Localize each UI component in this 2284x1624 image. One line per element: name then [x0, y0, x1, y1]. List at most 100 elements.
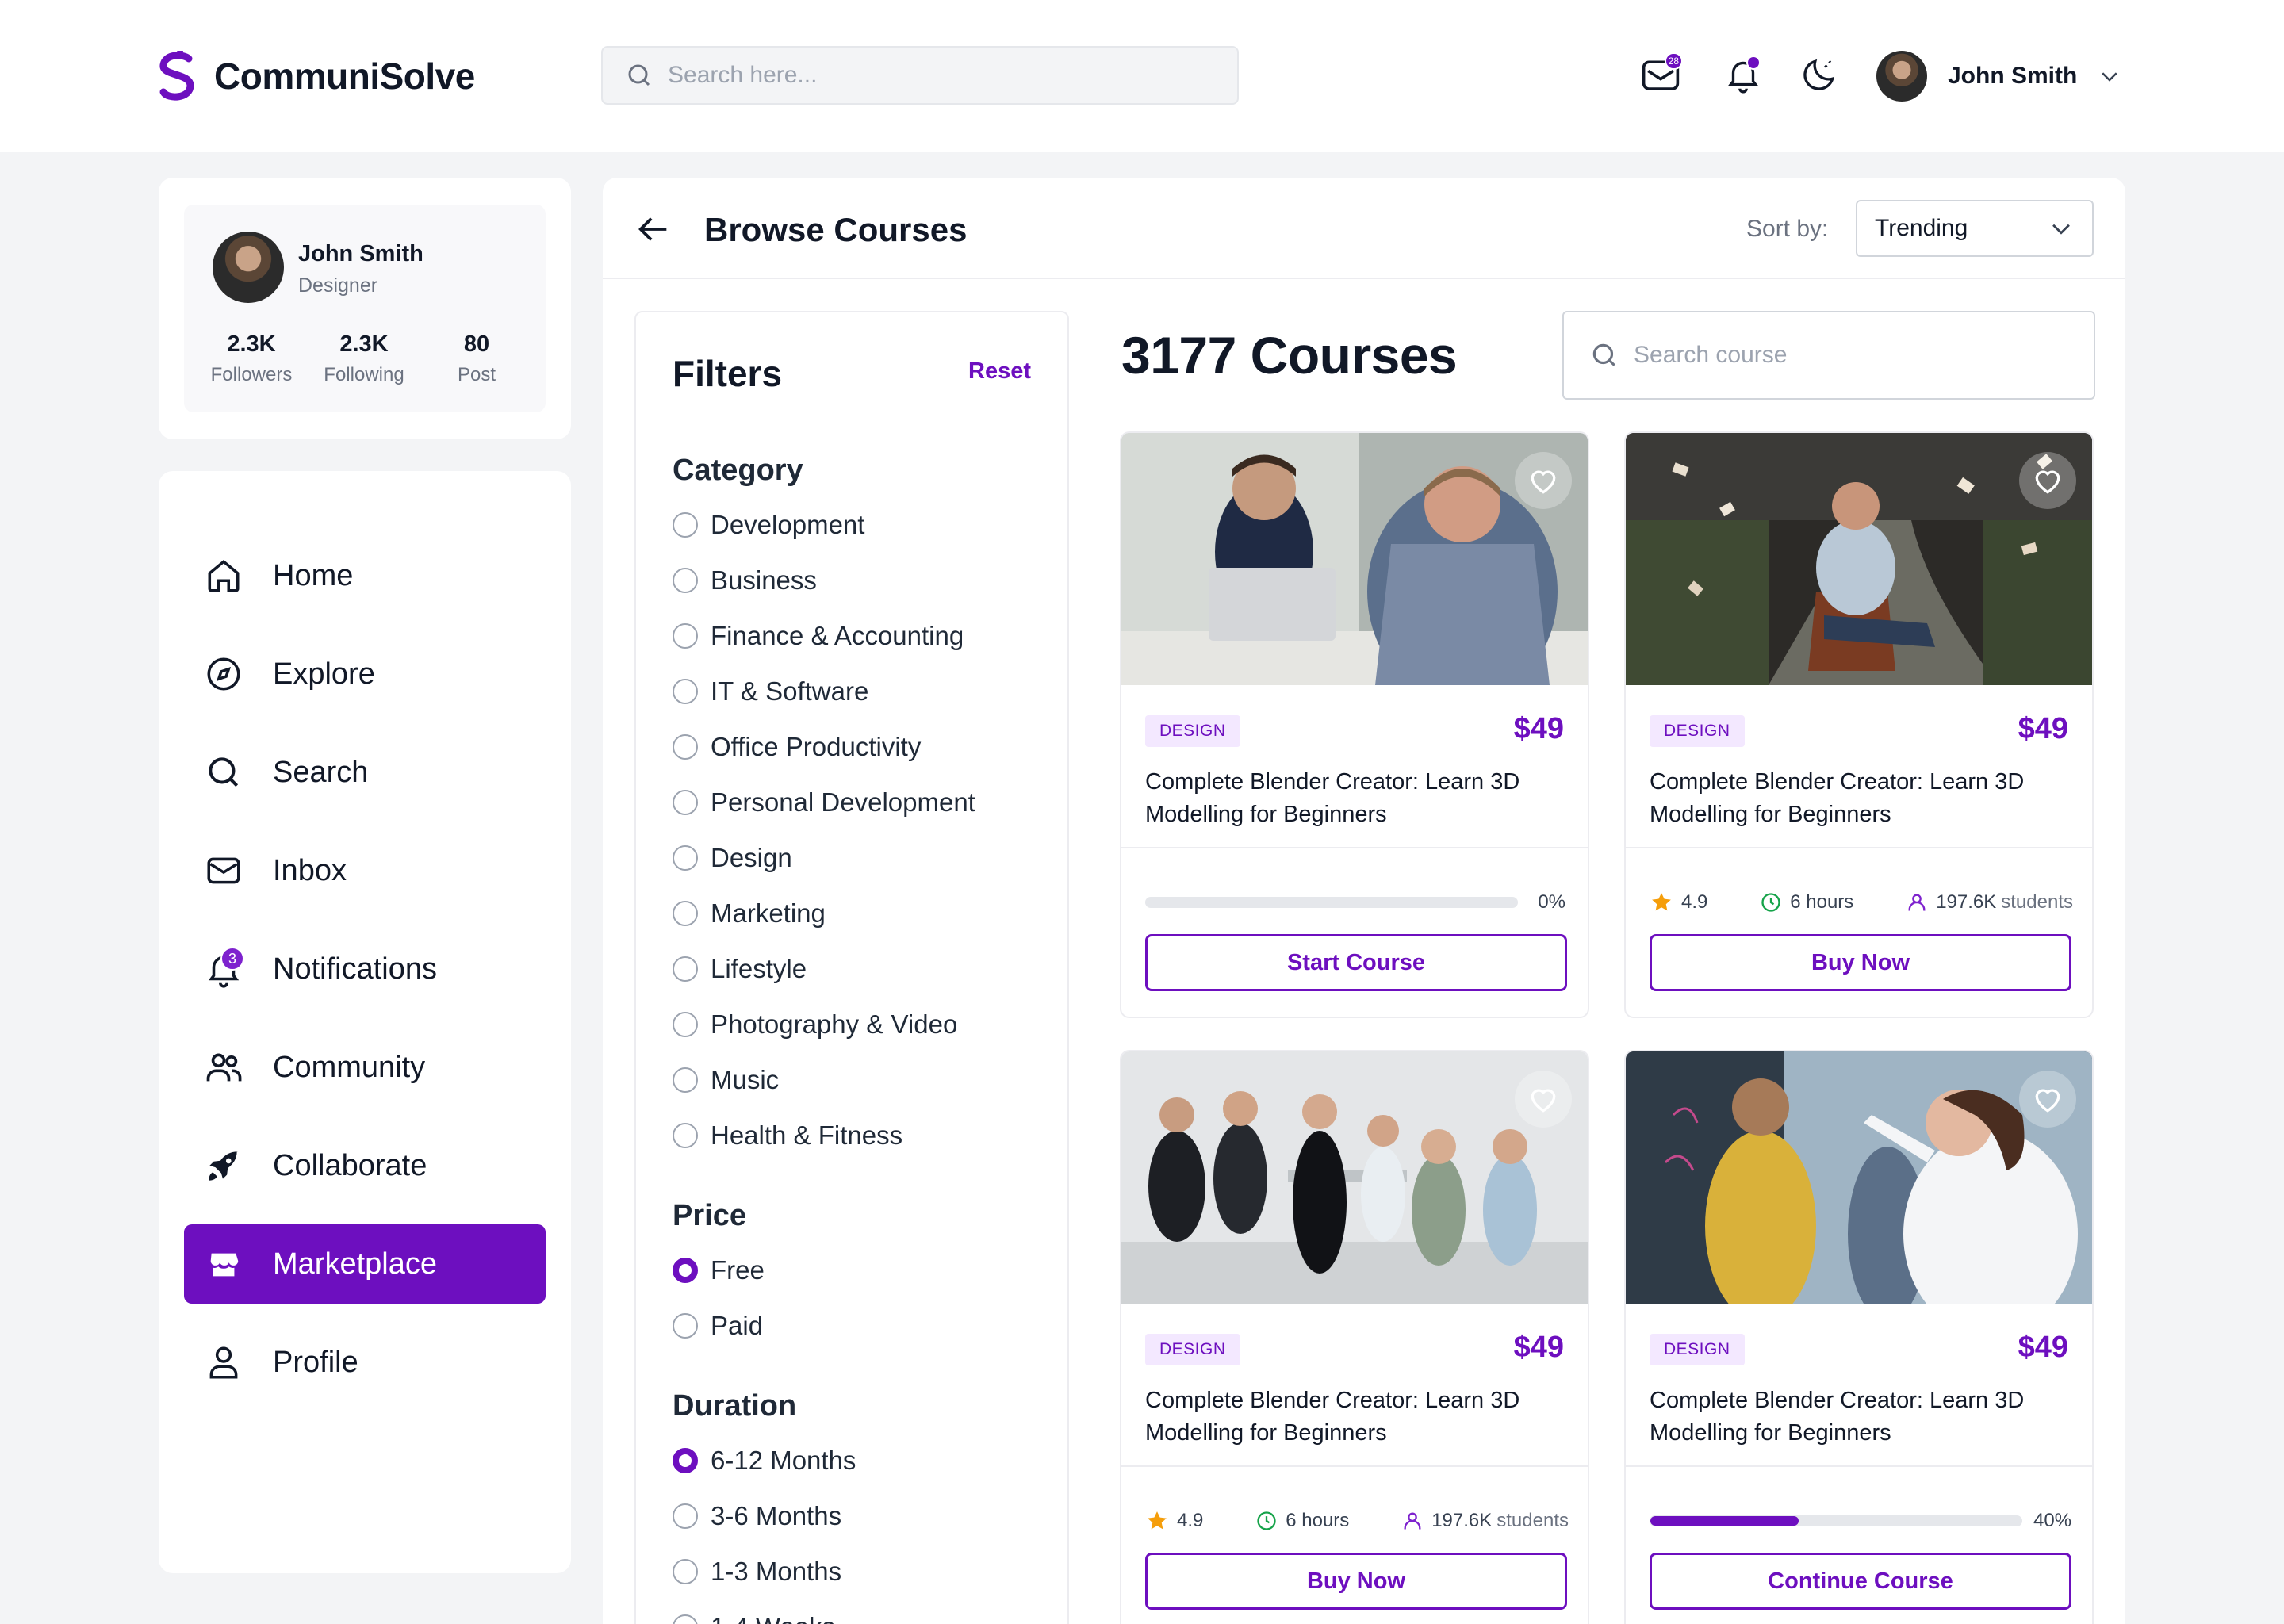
radio-button[interactable]: [673, 1614, 698, 1624]
sidebar-item-collaborate[interactable]: Collaborate: [184, 1126, 546, 1205]
radio-button[interactable]: [673, 512, 698, 538]
sidebar-item-notifications[interactable]: 3 Notifications: [184, 929, 546, 1009]
progress-label: 0%: [1538, 891, 1565, 913]
filter-option-label: Office Productivity: [711, 732, 922, 761]
filter-option-design[interactable]: Design: [673, 842, 792, 874]
mail-button[interactable]: 28: [1637, 51, 1684, 98]
search-icon: [628, 64, 650, 86]
clock-icon: [1257, 1511, 1276, 1530]
following-stat[interactable]: 2.3K Following: [305, 331, 423, 386]
radio-button[interactable]: [673, 679, 698, 704]
course-price: $49: [2018, 712, 2068, 745]
course-card[interactable]: DESIGN $49 Complete Blender Creator: Lea…: [1624, 431, 2094, 1018]
radio-button[interactable]: [673, 568, 698, 593]
users-icon: [201, 1045, 246, 1090]
course-card[interactable]: DESIGN $49 Complete Blender Creator: Lea…: [1624, 1050, 2094, 1624]
filter-option-label: 3-6 Months: [711, 1501, 842, 1530]
duration: 6 hours: [1760, 891, 1853, 914]
stat-value: 80: [463, 331, 490, 357]
sidebar-item-explore[interactable]: Explore: [184, 634, 546, 714]
reset-filters-button[interactable]: Reset: [968, 358, 1031, 385]
category-tag: DESIGN: [1650, 715, 1745, 747]
course-card[interactable]: DESIGN $49 Complete Blender Creator: Lea…: [1120, 1050, 1589, 1624]
course-search[interactable]: [1562, 311, 2095, 400]
filter-option-label: Design: [711, 843, 792, 872]
category-tag: DESIGN: [1145, 715, 1240, 747]
filter-option-personal-development[interactable]: Personal Development: [673, 787, 975, 818]
sidebar-item-search[interactable]: Search: [184, 733, 546, 812]
filter-option-marketing[interactable]: Marketing: [673, 898, 826, 929]
chevron-down-icon: [2102, 72, 2117, 82]
sort-select[interactable]: Trending: [1856, 200, 2094, 257]
radio-button[interactable]: [673, 1012, 698, 1037]
radio-button[interactable]: [673, 956, 698, 982]
filter-option-music[interactable]: Music: [673, 1064, 779, 1096]
continue-course-button[interactable]: Continue Course: [1650, 1553, 2071, 1610]
filter-option-3-6-months[interactable]: 3-6 Months: [673, 1500, 841, 1532]
sidebar-item-profile[interactable]: Profile: [184, 1323, 546, 1402]
radio-button[interactable]: [673, 790, 698, 815]
rating: 4.9: [1650, 891, 1707, 914]
notification-dot: [1746, 56, 1761, 70]
radio-button[interactable]: [673, 623, 698, 649]
sidebar-item-community[interactable]: Community: [184, 1028, 546, 1107]
radio-button-selected[interactable]: [673, 1258, 698, 1283]
stat-value: 2.3K: [339, 331, 389, 357]
filter-option-health-fitness[interactable]: Health & Fitness: [673, 1120, 902, 1151]
radio-button[interactable]: [673, 901, 698, 926]
favorite-button[interactable]: [1515, 452, 1572, 509]
global-search[interactable]: [601, 46, 1239, 105]
page-title: Browse Courses: [704, 211, 968, 248]
start-course-button[interactable]: Start Course: [1145, 934, 1567, 991]
radio-button[interactable]: [673, 1123, 698, 1148]
global-search-input[interactable]: [668, 62, 1175, 89]
filter-option-label: Paid: [711, 1311, 764, 1340]
filter-option-free[interactable]: Free: [673, 1254, 765, 1286]
filter-option-photography[interactable]: Photography & Video: [673, 1009, 957, 1040]
sidebar-item-label: Marketplace: [273, 1247, 437, 1281]
radio-button[interactable]: [673, 1559, 698, 1584]
filter-option-finance[interactable]: Finance & Accounting: [673, 620, 964, 652]
buy-now-button[interactable]: Buy Now: [1145, 1553, 1567, 1610]
radio-button-selected[interactable]: [673, 1448, 698, 1473]
followers-stat[interactable]: 2.3K Followers: [192, 331, 311, 386]
profile-summary[interactable]: John Smith Designer 2.3K Followers 2.3K …: [184, 205, 546, 412]
filter-option-1-4-weeks[interactable]: 1-4 Weeks: [673, 1611, 835, 1624]
radio-button[interactable]: [673, 734, 698, 760]
filter-option-it-software[interactable]: IT & Software: [673, 676, 868, 707]
rocket-icon: [201, 1143, 246, 1188]
filter-option-business[interactable]: Business: [673, 565, 817, 596]
category-heading: Category: [673, 454, 803, 487]
favorite-button[interactable]: [1515, 1071, 1572, 1128]
app-logo[interactable]: CommuniSolve: [157, 49, 475, 103]
filter-option-6-12-months[interactable]: 6-12 Months: [673, 1445, 856, 1477]
filter-option-lifestyle[interactable]: Lifestyle: [673, 953, 807, 985]
radio-button[interactable]: [673, 1503, 698, 1529]
sidebar-item-marketplace[interactable]: Marketplace: [184, 1224, 546, 1304]
favorite-button[interactable]: [2019, 1071, 2076, 1128]
radio-button[interactable]: [673, 1313, 698, 1339]
filter-option-1-3-months[interactable]: 1-3 Months: [673, 1556, 841, 1588]
sort-value: Trending: [1875, 215, 1968, 241]
sidebar-item-inbox[interactable]: Inbox: [184, 831, 546, 910]
radio-button[interactable]: [673, 1067, 698, 1093]
radio-button[interactable]: [673, 845, 698, 871]
sidebar-item-home[interactable]: Home: [184, 536, 546, 615]
filter-option-paid[interactable]: Paid: [673, 1310, 763, 1342]
course-card[interactable]: DESIGN $49 Complete Blender Creator: Lea…: [1120, 431, 1589, 1018]
panel-toolbar: Browse Courses Sort by: Trending: [603, 178, 2125, 279]
filter-option-office-productivity[interactable]: Office Productivity: [673, 731, 921, 763]
posts-stat[interactable]: 80 Post: [417, 331, 536, 386]
progress-fill: [1650, 1516, 1799, 1526]
buy-now-button[interactable]: Buy Now: [1650, 934, 2071, 991]
back-button[interactable]: [634, 209, 674, 249]
notifications-button[interactable]: [1719, 51, 1767, 98]
students: 197.6K students: [1401, 1510, 1569, 1532]
filter-option-development[interactable]: Development: [673, 509, 864, 541]
course-title: Complete Blender Creator: Learn 3D Model…: [1145, 769, 1520, 827]
theme-toggle-button[interactable]: [1795, 51, 1843, 98]
favorite-button[interactable]: [2019, 452, 2076, 509]
course-search-input[interactable]: [1634, 342, 2046, 369]
store-icon: [201, 1242, 246, 1286]
user-menu[interactable]: John Smith: [1876, 49, 2121, 103]
